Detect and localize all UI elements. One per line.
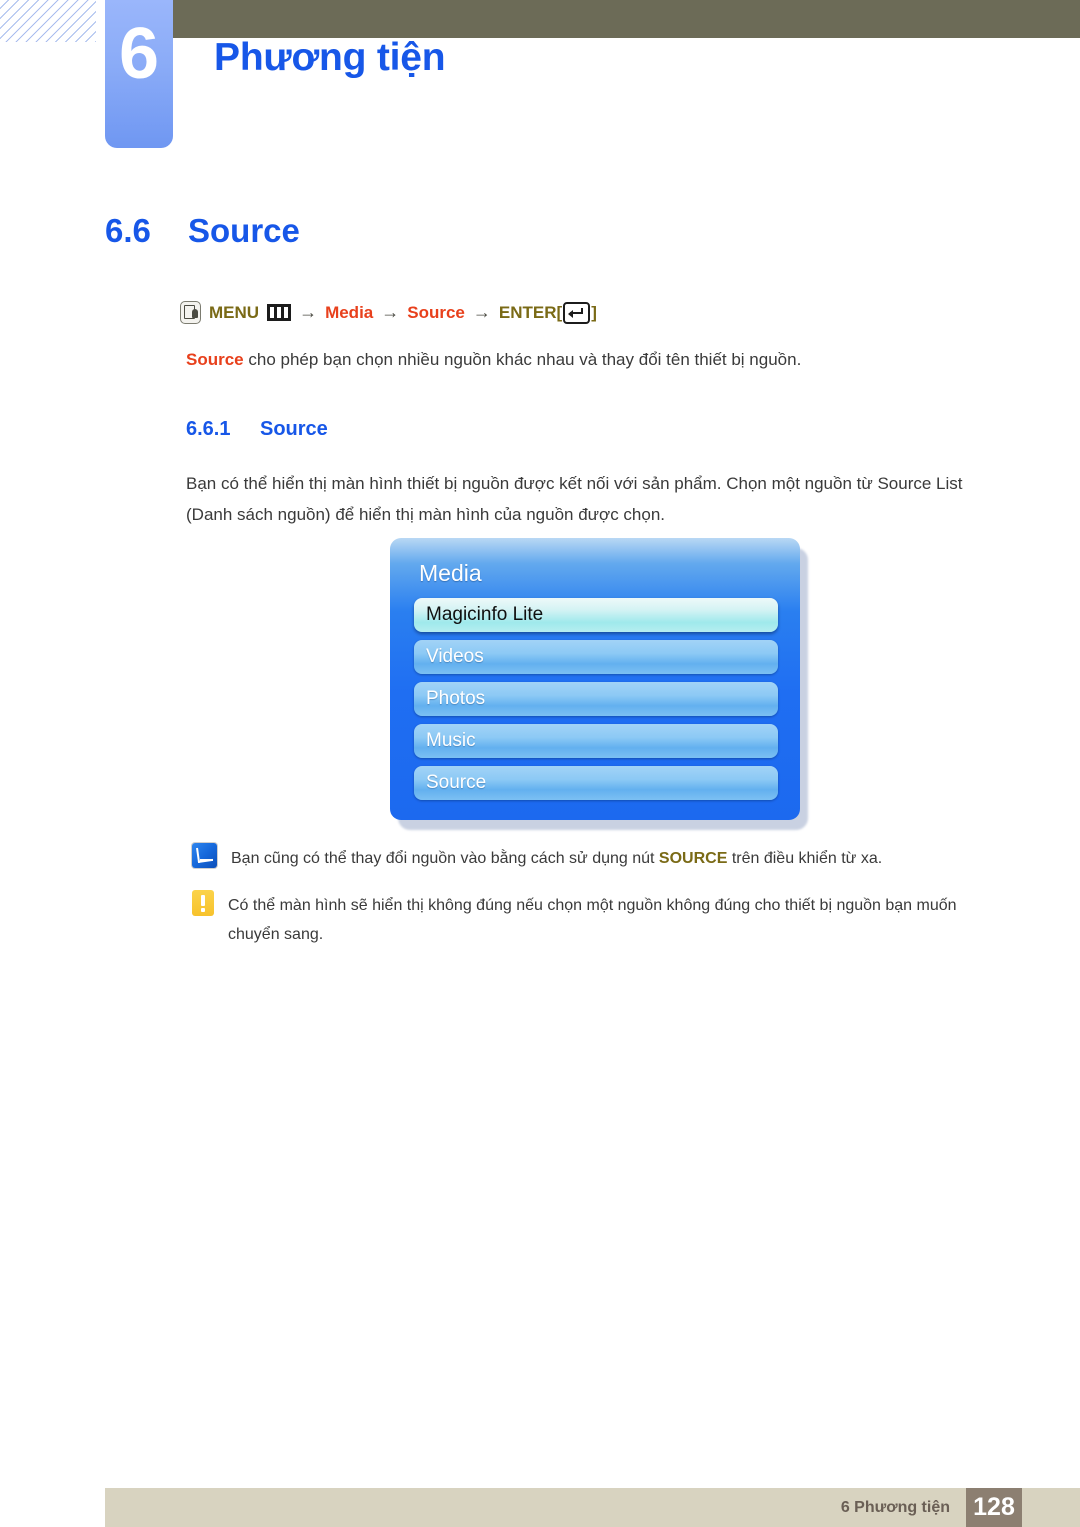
menu-path-item-media: Media [325, 302, 374, 322]
chapter-number-badge: 6 [105, 0, 173, 148]
note-text-after: trên điều khiển từ xa. [727, 850, 883, 867]
section-title: Source [188, 212, 300, 249]
lead-rest: cho phép bạn chọn nhiều nguồn khác nhau … [243, 350, 802, 369]
menu-path-breadcrumb: MENU → Media → Source → ENTER[] [180, 301, 597, 324]
osd-item-label: Music [426, 730, 476, 751]
menu-path-menu-label: MENU [209, 302, 260, 322]
press-button-icon [180, 301, 201, 324]
decorative-hatch-pattern [0, 0, 96, 42]
note-remote-source: Bạn cũng có thể thay đổi nguồn vào bằng … [192, 843, 992, 873]
menu-path-enter-group: ENTER[] [498, 301, 597, 324]
subsection-heading: 6.6.1 Source [186, 418, 328, 441]
bracket-close: ] [591, 302, 597, 322]
note-text: Bạn cũng có thể thay đổi nguồn vào bằng … [231, 843, 882, 873]
subsection-number: 6.6.1 [186, 418, 231, 440]
osd-item-label: Photos [426, 688, 486, 709]
footer-page-number: 128 [966, 1488, 1022, 1527]
lead-sentence: Source cho phép bạn chọn nhiều nguồn khá… [186, 350, 801, 370]
osd-menu-item-music[interactable]: Music [414, 724, 778, 758]
header-bar [105, 0, 1080, 38]
menu-path-item-source: Source [407, 302, 465, 322]
menu-path-arrow-1: → [299, 302, 318, 322]
osd-menu-item-videos[interactable]: Videos [414, 640, 778, 674]
osd-menu-item-magicinfo-lite[interactable]: Magicinfo Lite [414, 598, 778, 632]
osd-item-label: Source [426, 772, 487, 793]
subsection-title: Source [260, 418, 328, 440]
enter-key-icon [563, 301, 591, 324]
osd-menu-item-source[interactable]: Source [414, 766, 778, 800]
menu-path-enter-label: ENTER [498, 302, 557, 322]
bracket-open: [ [556, 302, 563, 322]
lead-bold-term: Source [186, 350, 244, 369]
osd-panel-title: Media [419, 560, 482, 586]
section-number: 6.6 [105, 212, 151, 249]
menu-bars-icon [267, 304, 292, 321]
warning-exclamation-icon [192, 890, 214, 916]
osd-media-panel: Media Magicinfo Lite Videos Photos Music… [390, 538, 800, 820]
footer-chapter-label: 6 Phương tiện [840, 1499, 950, 1516]
osd-item-label: Videos [426, 646, 484, 667]
osd-menu-item-photos[interactable]: Photos [414, 682, 778, 716]
note-warning-wrong-source: Có thể màn hình sẽ hiển thị không đúng n… [192, 890, 992, 949]
section-heading: 6.6 Source [105, 212, 300, 250]
body-paragraph: Bạn có thể hiển thị màn hình thiết bị ng… [186, 474, 963, 524]
note-emphasis-source: SOURCE [658, 850, 728, 867]
note-pencil-icon [192, 843, 217, 868]
warning-text: Có thể màn hình sẽ hiển thị không đúng n… [228, 897, 957, 943]
menu-path-arrow-3: → [472, 302, 491, 322]
osd-item-label: Magicinfo Lite [426, 604, 544, 625]
chapter-title: Phương tiện [214, 36, 446, 79]
note-text-before: Bạn cũng có thể thay đổi nguồn vào bằng … [231, 850, 659, 867]
menu-path-arrow-2: → [381, 302, 400, 322]
